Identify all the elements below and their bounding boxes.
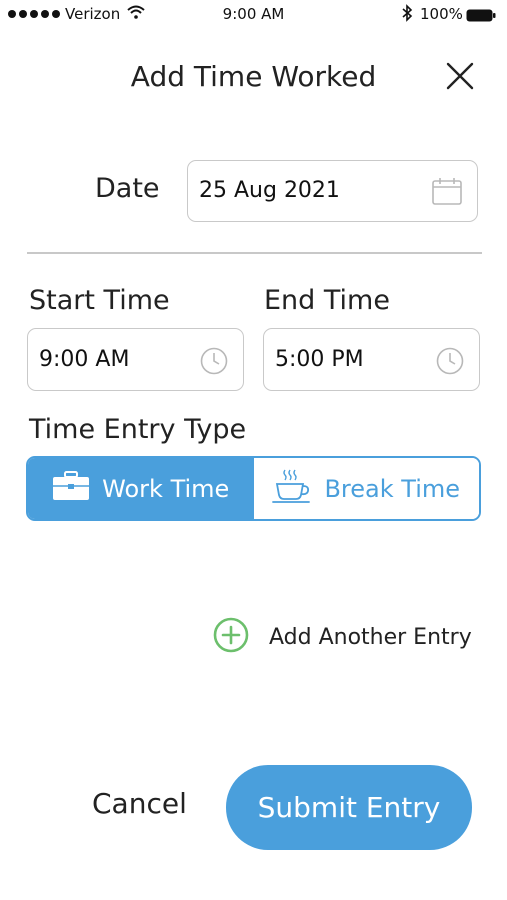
clock-icon (200, 347, 228, 379)
plus-circle-icon (213, 617, 249, 657)
submit-entry-button[interactable]: Submit Entry (226, 765, 472, 850)
end-time-field[interactable]: 5:00 PM (263, 328, 480, 391)
break-time-label: Break Time (324, 474, 461, 503)
bluetooth-icon (401, 4, 413, 26)
end-time-label: End Time (264, 285, 390, 316)
clock-icon (436, 347, 464, 379)
date-field[interactable]: 25 Aug 2021 (187, 160, 478, 222)
entry-type-label: Time Entry Type (29, 414, 247, 445)
close-icon (446, 62, 474, 90)
add-another-entry-label: Add Another Entry (269, 624, 472, 650)
break-time-option[interactable]: Break Time (253, 458, 479, 519)
start-time-value: 9:00 AM (39, 347, 130, 372)
date-value: 25 Aug 2021 (199, 178, 340, 203)
date-label: Date (95, 173, 160, 204)
battery-icon (466, 8, 496, 22)
add-another-entry-button[interactable]: Add Another Entry (213, 617, 472, 657)
start-time-field[interactable]: 9:00 AM (27, 328, 244, 391)
status-bar: Verizon 9:00 AM 100% (0, 0, 507, 30)
start-time-label: Start Time (29, 285, 170, 316)
coffee-cup-icon (272, 468, 312, 510)
end-time-value: 5:00 PM (275, 347, 364, 372)
cancel-button[interactable]: Cancel (92, 787, 187, 820)
close-button[interactable] (444, 60, 476, 92)
page-title: Add Time Worked (130, 60, 377, 93)
work-time-label: Work Time (102, 474, 230, 503)
battery-percent: 100% (420, 5, 463, 23)
entry-type-toggle: Work Time Break Time (26, 456, 481, 521)
divider (27, 252, 482, 254)
calendar-icon (432, 177, 462, 209)
briefcase-icon (52, 470, 90, 507)
work-time-option[interactable]: Work Time (28, 458, 254, 519)
